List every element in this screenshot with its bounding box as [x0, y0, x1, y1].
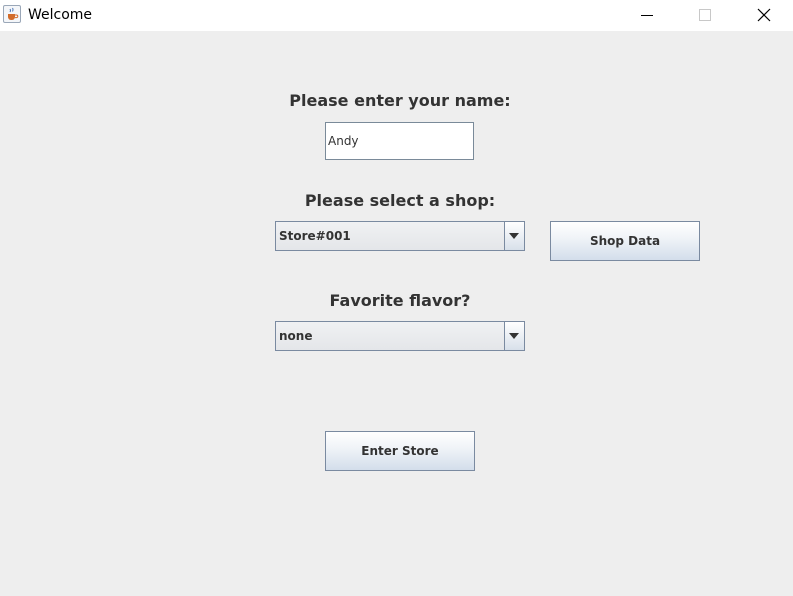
shop-label: Please select a shop:: [304, 191, 496, 210]
chevron-down-icon: [509, 333, 519, 339]
shop-data-button[interactable]: Shop Data: [550, 221, 700, 261]
flavor-label: Favorite flavor?: [329, 291, 471, 310]
flavor-select-arrow[interactable]: [504, 322, 524, 350]
name-input[interactable]: [325, 122, 474, 160]
maximize-icon: [699, 9, 711, 21]
shop-select-value: Store#001: [279, 229, 351, 243]
title-bar: Welcome: [0, 0, 793, 31]
minimize-icon: [641, 15, 653, 16]
maximize-button[interactable]: [682, 0, 728, 31]
window-title: Welcome: [28, 7, 93, 23]
flavor-select-value: none: [279, 329, 313, 343]
flavor-select[interactable]: none: [275, 321, 525, 351]
name-label: Please enter your name:: [289, 91, 511, 110]
close-icon: [757, 8, 771, 22]
minimize-button[interactable]: [624, 0, 670, 31]
chevron-down-icon: [509, 233, 519, 239]
shop-select[interactable]: Store#001: [275, 221, 525, 251]
java-cup-icon: [3, 5, 21, 23]
close-button[interactable]: [741, 0, 787, 31]
shop-select-arrow[interactable]: [504, 222, 524, 250]
enter-store-button[interactable]: Enter Store: [325, 431, 475, 471]
